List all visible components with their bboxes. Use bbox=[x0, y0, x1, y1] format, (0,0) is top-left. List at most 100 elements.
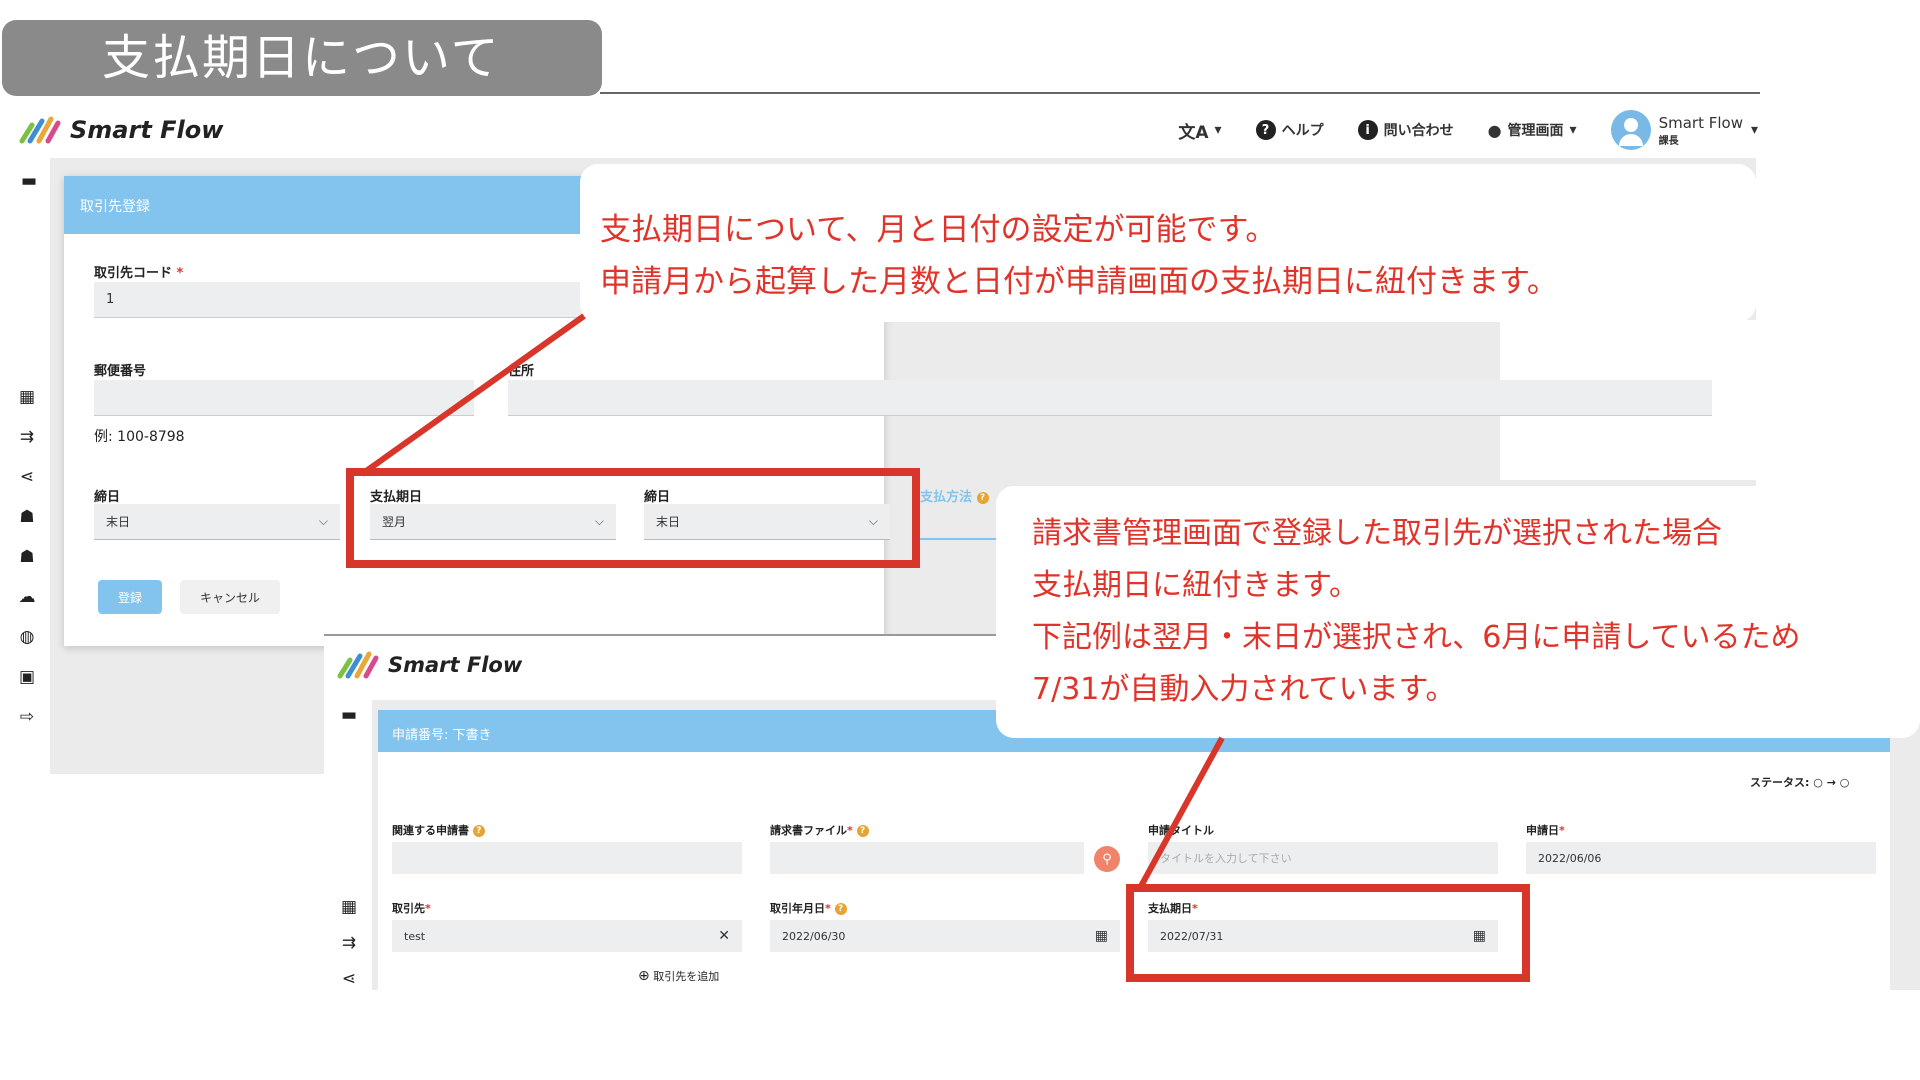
slide-title: 支払期日について bbox=[2, 20, 602, 96]
apply-date-input[interactable]: 2022/06/06 bbox=[1526, 842, 1876, 874]
callout2-line1: 請求書管理画面で登録した取引先が選択された場合 bbox=[1032, 516, 1722, 551]
callout2-line2: 支払期日に紐付きます。 bbox=[1032, 568, 1359, 603]
invoice-file-input[interactable] bbox=[770, 842, 1084, 874]
admin-menu[interactable]: ● 管理画面 ▾ bbox=[1488, 120, 1577, 140]
chevron-down-icon: ▾ bbox=[1750, 122, 1758, 138]
callout-auto-fill: 請求書管理画面で登録した取引先が選択された場合 支払期日に紐付きます。 下記例は… bbox=[996, 486, 1920, 738]
add-vendor-label: 取引先を追加 bbox=[653, 970, 720, 983]
status-circle-icon: ○ bbox=[1813, 776, 1823, 789]
avatar bbox=[1610, 110, 1651, 150]
status-label: ステータス: bbox=[1750, 776, 1810, 789]
cancel-button[interactable]: キャンセル bbox=[180, 580, 280, 614]
contact-link[interactable]: i 問い合わせ bbox=[1357, 120, 1454, 140]
pay-method-select[interactable] bbox=[920, 506, 1000, 540]
closing-day-select[interactable]: 末日 ⌵ bbox=[94, 504, 340, 540]
person-icon: ● bbox=[1487, 120, 1502, 140]
invoice-date-value: 2022/06/30 bbox=[782, 929, 846, 943]
postal-code-input[interactable] bbox=[94, 380, 474, 416]
related-application-input[interactable] bbox=[392, 842, 742, 874]
help-hint-icon: ? bbox=[472, 825, 485, 837]
wallet-icon[interactable]: ▬ bbox=[338, 704, 360, 726]
application-title-label: 申請タイトル bbox=[1148, 824, 1214, 837]
logo-secondary[interactable]: Smart Flow bbox=[336, 650, 522, 680]
logo-text: Smart Flow bbox=[70, 116, 224, 144]
help-label: ヘルプ bbox=[1281, 123, 1324, 139]
top-nav: 文A ▾ ? ヘルプ i 問い合わせ ● 管理画面 ▾ Smart Flow 課… bbox=[1178, 110, 1758, 150]
translate-icon: 文A bbox=[1178, 122, 1209, 143]
logo[interactable]: Smart Flow bbox=[18, 115, 223, 145]
user-menu[interactable]: Smart Flow 課長 ▾ bbox=[1610, 110, 1758, 150]
smart-flow-logo-icon bbox=[19, 116, 61, 144]
highlight-pay-due-setting bbox=[346, 468, 920, 568]
smart-flow-logo-icon bbox=[337, 651, 379, 679]
group-icon[interactable]: ☗ bbox=[16, 546, 38, 568]
logout-icon[interactable]: ⇨ bbox=[16, 706, 38, 728]
application-title-placeholder: タイトルを入力して下さい bbox=[1160, 852, 1292, 865]
vendor-label: 取引先* bbox=[392, 902, 431, 915]
user-settings-icon[interactable]: ☗ bbox=[16, 506, 38, 528]
invoice-file-label: 請求書ファイル* ? bbox=[770, 822, 869, 838]
attach-icon[interactable]: ⚲ bbox=[1094, 846, 1120, 872]
apps-grid-icon[interactable]: ▦ bbox=[16, 386, 38, 408]
wallet-icon[interactable]: ▬ bbox=[18, 170, 40, 192]
pay-method-label: 支払方法 ? bbox=[920, 486, 989, 505]
vendor-input[interactable]: test ✕ bbox=[392, 920, 742, 952]
info-icon: i bbox=[1357, 120, 1378, 140]
user-role: 課長 bbox=[1658, 135, 1679, 147]
clear-icon[interactable]: ✕ bbox=[718, 928, 730, 944]
callout2-line4: 7/31が自動入力されています。 bbox=[1032, 672, 1456, 707]
workflow-icon[interactable]: ⇉ bbox=[16, 426, 38, 448]
share-icon[interactable]: ⋖ bbox=[16, 466, 38, 488]
application-title-input[interactable]: タイトルを入力して下さい bbox=[1148, 842, 1498, 874]
status-indicator: ステータス: ○ → ○ bbox=[1750, 774, 1849, 790]
address-label: 住所 bbox=[508, 364, 535, 379]
calendar-icon[interactable]: ▦ bbox=[1095, 928, 1108, 944]
help-hint-icon: ? bbox=[834, 903, 847, 915]
status-circle-icon: ○ bbox=[1839, 776, 1850, 789]
register-button[interactable]: 登録 bbox=[98, 580, 162, 614]
title-divider bbox=[600, 92, 1760, 94]
chevron-down-icon: ⌵ bbox=[318, 514, 328, 528]
app-header: Smart Flow 文A ▾ ? ヘルプ i 問い合わせ ● 管理画面 ▾ S… bbox=[18, 104, 1758, 156]
language-menu[interactable]: 文A ▾ bbox=[1178, 118, 1221, 143]
callout1-line1: 支払期日について、月と日付の設定が可能です。 bbox=[600, 212, 1277, 248]
help-hint-icon: ? bbox=[856, 825, 869, 837]
cloud-upload-icon[interactable]: ☁ bbox=[16, 586, 38, 608]
help-link[interactable]: ? ヘルプ bbox=[1255, 120, 1324, 140]
add-vendor-link[interactable]: ⊕ 取引先を追加 bbox=[638, 968, 719, 984]
invoice-date-input[interactable]: 2022/06/30 ▦ bbox=[770, 920, 1120, 952]
related-application-label: 関連する申請書 ? bbox=[392, 822, 485, 838]
contact-label: 問い合わせ bbox=[1383, 123, 1454, 139]
workflow-icon[interactable]: ⇉ bbox=[338, 932, 360, 954]
chevron-down-icon: ▾ bbox=[1569, 122, 1577, 138]
vendor-code-label: 取引先コード * bbox=[94, 266, 184, 281]
add-circle-icon: ⊕ bbox=[638, 968, 650, 984]
help-hint-icon: ? bbox=[976, 491, 989, 504]
lock-icon[interactable]: ▣ bbox=[16, 666, 38, 688]
admin-label: 管理画面 bbox=[1507, 123, 1564, 139]
share-icon[interactable]: ⋖ bbox=[338, 968, 360, 990]
callout2-line3: 下記例は翌月・末日が選択され、6月に申請しているため bbox=[1032, 620, 1801, 655]
user-name: Smart Flow bbox=[1658, 113, 1743, 132]
apply-date-label: 申請日* bbox=[1526, 824, 1565, 837]
sidebar: ▬ ▦ ⇉ ⋖ ☗ ☗ ☁ ◍ ▣ ⇨ bbox=[0, 158, 50, 774]
postal-code-hint: 例: 100-8798 bbox=[94, 429, 185, 445]
vendor-value: test bbox=[404, 929, 426, 943]
postal-code-label: 郵便番号 bbox=[94, 364, 147, 379]
invoice-date-label: 取引年月日* ? bbox=[770, 900, 847, 916]
closing-day-value: 末日 bbox=[106, 515, 131, 529]
address-input[interactable] bbox=[508, 380, 1712, 416]
screenshot-divider bbox=[324, 634, 1000, 636]
closing-day-label: 締日 bbox=[94, 490, 121, 505]
sidebar-secondary: ▬ ▦ ⇉ ⋖ bbox=[324, 700, 372, 990]
highlight-due-date bbox=[1126, 884, 1530, 982]
callout1-line2: 申請月から起算した月数と日付が申請画面の支払期日に紐付きます。 bbox=[600, 264, 1558, 300]
chevron-down-icon: ▾ bbox=[1214, 122, 1222, 138]
vendor-code-input[interactable]: 1 bbox=[94, 282, 604, 318]
help-icon: ? bbox=[1255, 120, 1276, 140]
logo-text: Smart Flow bbox=[388, 653, 523, 677]
callout-pay-due-setting: 支払期日について、月と日付の設定が可能です。 申請月から起算した月数と日付が申請… bbox=[580, 164, 1756, 322]
arrow-right-icon: → bbox=[1826, 776, 1836, 789]
apps-grid-icon[interactable]: ▦ bbox=[338, 896, 360, 918]
globe-icon[interactable]: ◍ bbox=[16, 626, 38, 648]
